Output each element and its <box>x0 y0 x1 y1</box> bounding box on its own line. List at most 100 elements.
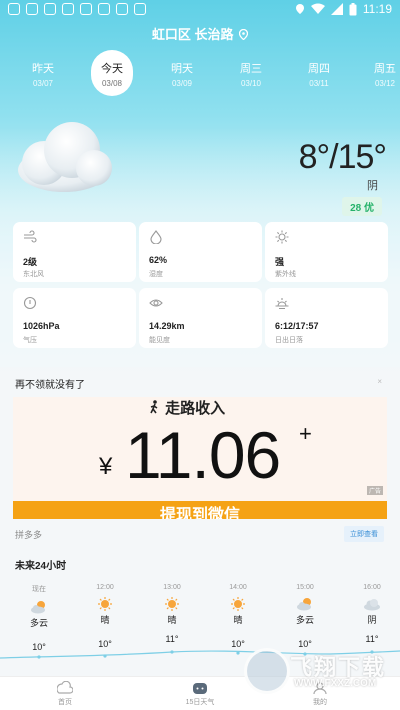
day-name: 周四 <box>308 63 330 75</box>
location-header[interactable]: 虹口区 长治路 <box>0 24 400 43</box>
day-tab-active[interactable]: 今天 03/08 <box>91 50 133 96</box>
curve-point <box>103 654 107 658</box>
home-icon <box>57 681 73 694</box>
day-date: 03/09 <box>171 79 193 88</box>
detail-value: 强 <box>275 257 285 267</box>
notification-icon <box>98 3 110 15</box>
status-bar: 11:19 <box>0 0 400 20</box>
detail-value: 6:12/17:57 <box>275 321 319 331</box>
hour-condition: 多云 <box>295 615 314 625</box>
hourly-item[interactable]: 16:00 阴 11° <box>352 584 392 644</box>
notification-icon <box>8 3 20 15</box>
notification-icon <box>44 3 56 15</box>
detail-card-pressure[interactable]: 1026hPa 气压 <box>13 288 136 348</box>
detail-value: 62% <box>149 255 168 265</box>
day-selector: 昨天 03/07 今天 03/08 明天 03/09 周三 03/10 周四 03/11 … <box>12 50 400 96</box>
location-pin-icon <box>238 28 249 41</box>
day-tab[interactable]: 周五 03/12 <box>364 50 400 96</box>
watermark-url: WWW.FXXZ.COM <box>294 678 377 689</box>
detail-label: 紫外线 <box>275 271 296 278</box>
hour-time: 12:00 <box>96 584 114 591</box>
ad-walk-text: 走路收入 <box>147 397 225 415</box>
ad-banner[interactable]: 走路收入 ¥ 11.06 + 广告 提现到微信 <box>13 397 387 519</box>
ad-title: 再不领就没有了 <box>15 380 85 391</box>
hour-time: 13:00 <box>163 584 181 591</box>
ad-withdraw-bar[interactable]: 提现到微信 <box>13 501 387 519</box>
hour-condition: 晴 <box>100 615 110 625</box>
sun-icon <box>98 597 112 611</box>
day-date: 03/10 <box>240 79 262 88</box>
hourly-item[interactable]: 13:00 晴 11° <box>152 584 192 644</box>
notification-icons <box>8 3 146 15</box>
detail-card-uv[interactable]: 强 紫外线 <box>265 222 388 282</box>
notification-icon <box>134 3 146 15</box>
day-name: 周五 <box>374 63 396 75</box>
visibility-icon <box>149 299 163 307</box>
sun-icon <box>231 597 245 611</box>
watermark-logo-icon <box>244 648 290 694</box>
wind-icon <box>24 230 37 243</box>
sun-icon <box>165 597 179 611</box>
tab-label: 15日天气 <box>185 699 215 706</box>
detail-label: 日出日落 <box>275 337 303 344</box>
hour-time: 现在 <box>32 586 46 593</box>
battery-icon <box>349 2 357 15</box>
detail-label: 湿度 <box>149 271 163 278</box>
ad-view-button[interactable]: 立即查看 <box>344 526 384 542</box>
calendar-icon <box>193 683 207 694</box>
day-tab[interactable]: 周四 03/11 <box>298 50 340 96</box>
aqi-badge[interactable]: 28 优 <box>342 197 382 216</box>
day-tab[interactable]: 周三 03/10 <box>230 50 272 96</box>
watermark: 飞翔下载 WWW.FXXZ.COM <box>244 648 394 698</box>
detail-card-visibility[interactable]: 14.29km 能见度 <box>139 288 262 348</box>
curve-point <box>236 651 240 655</box>
weather-condition: 阴 <box>367 180 378 192</box>
tab-label: 首页 <box>58 699 72 706</box>
day-name: 今天 <box>101 63 123 75</box>
tab-home[interactable]: 首页 <box>35 681 95 707</box>
detail-card-sunrise[interactable]: 6:12/17:57 日出日落 <box>265 288 388 348</box>
detail-card-humidity[interactable]: 62% 湿度 <box>139 222 262 282</box>
location-name: 虹口区 长治路 <box>151 27 234 42</box>
ad-tag: 广告 <box>366 486 383 495</box>
notification-icon <box>26 3 38 15</box>
notification-icon <box>116 3 128 15</box>
partly-cloudy-icon <box>297 598 311 611</box>
cloud-weather-icon <box>18 122 112 192</box>
hour-condition: 多云 <box>29 618 48 628</box>
detail-card-wind[interactable]: 2级 东北风 <box>13 222 136 282</box>
detail-label: 东北风 <box>23 271 44 278</box>
signal-icon <box>330 3 343 15</box>
tab-label: 我的 <box>313 699 327 706</box>
day-tab[interactable]: 昨天 03/07 <box>22 50 64 96</box>
uv-icon <box>275 230 289 244</box>
amount-value: 11.06 <box>125 418 281 492</box>
day-date: 03/11 <box>309 79 329 88</box>
day-date: 03/07 <box>32 79 54 88</box>
day-date: 03/12 <box>374 79 396 88</box>
ad-close-button[interactable]: × <box>377 377 382 386</box>
curve-point <box>170 650 174 654</box>
hour-time: 15:00 <box>296 584 314 591</box>
status-time: 11:19 <box>362 2 392 16</box>
sunrise-icon <box>275 298 289 310</box>
wifi-icon <box>310 3 325 14</box>
hourly-title: 未来24小时 <box>15 561 67 572</box>
hour-condition: 晴 <box>233 615 243 625</box>
temperature-range: 8°/15° <box>298 138 387 176</box>
tab-15day[interactable]: 15日天气 <box>170 681 230 707</box>
walking-person-icon <box>150 400 158 414</box>
day-date: 03/08 <box>101 79 123 88</box>
amount-plus: + <box>299 421 312 446</box>
day-tab[interactable]: 明天 03/09 <box>161 50 203 96</box>
detail-label: 气压 <box>23 337 37 344</box>
humidity-icon <box>150 230 162 244</box>
detail-value: 14.29km <box>149 321 185 331</box>
partly-cloudy-icon <box>31 601 45 614</box>
hour-condition: 晴 <box>167 615 177 625</box>
ad-source: 拼多多 <box>15 530 43 540</box>
pressure-icon <box>23 296 37 310</box>
day-name: 明天 <box>171 63 193 75</box>
detail-value: 2级 <box>23 257 38 267</box>
cloud-icon <box>364 599 380 611</box>
